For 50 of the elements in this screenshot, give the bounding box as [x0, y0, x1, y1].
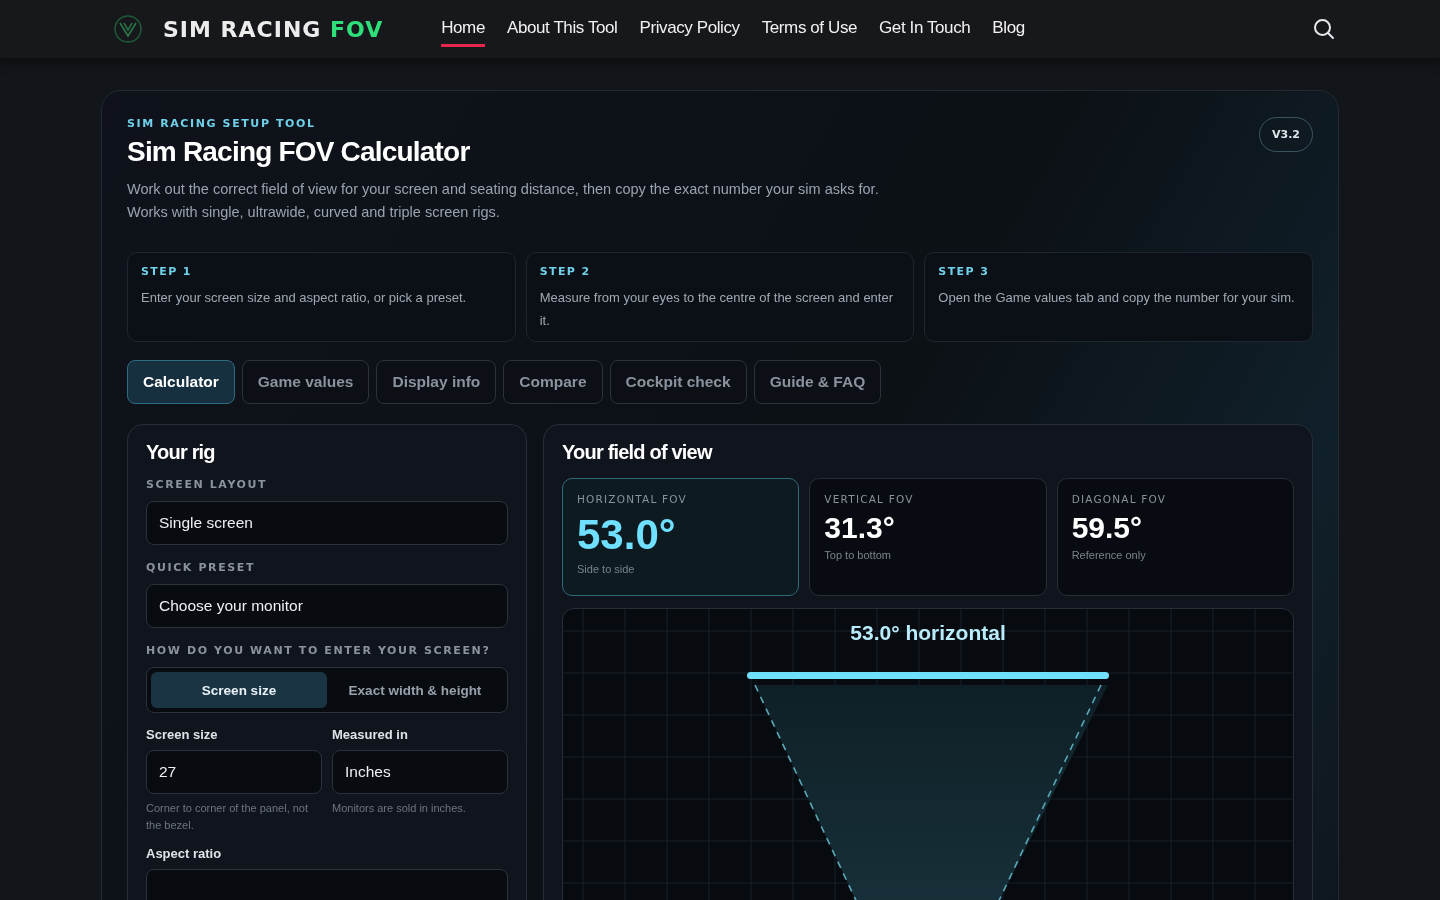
tab[interactable]: Game values: [241, 360, 370, 404]
nav-link[interactable]: Get In Touch: [879, 11, 971, 47]
fov-value: 31.3°: [824, 511, 896, 545]
step-text: Measure from your eyes to the centre of the screen and enter it.: [539, 289, 894, 330]
segment-option[interactable]: Screen size: [151, 672, 327, 708]
tab[interactable]: Cockpit check: [609, 360, 747, 404]
layout-select[interactable]: Single screen: [146, 501, 508, 545]
nav-link[interactable]: Privacy Policy: [639, 11, 740, 47]
segment-option[interactable]: Exact width & height: [327, 672, 503, 708]
fov-note: Top to bottom: [824, 549, 892, 561]
nav-link[interactable]: Home: [441, 11, 485, 47]
step-label: STEP 1: [141, 265, 193, 278]
fov-value: 53.0°: [577, 511, 677, 559]
brand-logo[interactable]: SIM RACING FOV: [163, 16, 384, 42]
fov-value: 59.5°: [1071, 511, 1144, 545]
nav-link[interactable]: Terms of Use: [761, 11, 858, 47]
fov-note: Side to side: [577, 563, 636, 575]
search-icon[interactable]: [1312, 17, 1336, 41]
step-label: STEP 2: [539, 265, 592, 278]
field-label: HOW DO YOU WANT TO ENTER YOUR SCREEN?: [146, 644, 492, 657]
nav-link[interactable]: Blog: [992, 11, 1025, 47]
field-label: Screen size: [146, 727, 219, 742]
nav-link[interactable]: About This Tool: [506, 11, 618, 47]
field-label: Aspect ratio: [146, 846, 223, 861]
hint-text: Monitors are sold in inches.: [332, 801, 467, 816]
eyebrow-text: SIM RACING SETUP TOOL: [127, 117, 317, 130]
hint-text: Corner to corner of the panel, not the bezel.: [146, 801, 310, 833]
fov-label: VERTICAL FOV: [824, 493, 915, 505]
tab[interactable]: Calculator: [127, 360, 235, 404]
fov-label: HORIZONTAL FOV: [577, 493, 688, 505]
input-field[interactable]: 27: [146, 750, 322, 794]
tab[interactable]: Guide & FAQ: [753, 360, 882, 404]
input-field[interactable]: Inches: [332, 750, 508, 794]
fov-note: Reference only: [1071, 549, 1147, 561]
field-label: QUICK PRESET: [146, 561, 256, 574]
diagram-label: 53.0° horizontal: [850, 621, 1006, 645]
field-label: SCREEN LAYOUT: [146, 478, 269, 491]
step-text: Enter your screen size and aspect ratio, or pick a preset.: [141, 289, 468, 307]
description-text: Work out the correct field of view for your screen and seating distance, then copy the exact number your sim asks for. Works with single, ultrawide, curved and triple screen rigs.: [127, 180, 880, 222]
preset-select[interactable]: Choose your monitor: [146, 584, 508, 628]
tab[interactable]: Compare: [503, 360, 603, 404]
step-text: Open the Game values tab and copy the number for your sim.: [938, 289, 1296, 307]
field-label: Measured in: [332, 727, 409, 742]
step-label: STEP 3: [938, 265, 991, 278]
tab[interactable]: Display info: [376, 360, 497, 404]
panel-title: Your field of view: [562, 441, 714, 464]
panel-title: Your rig: [146, 441, 216, 464]
logo-icon: [113, 14, 143, 44]
fov-label: DIAGONAL FOV: [1071, 493, 1168, 505]
page-title: Sim Racing FOV Calculator: [127, 136, 471, 168]
